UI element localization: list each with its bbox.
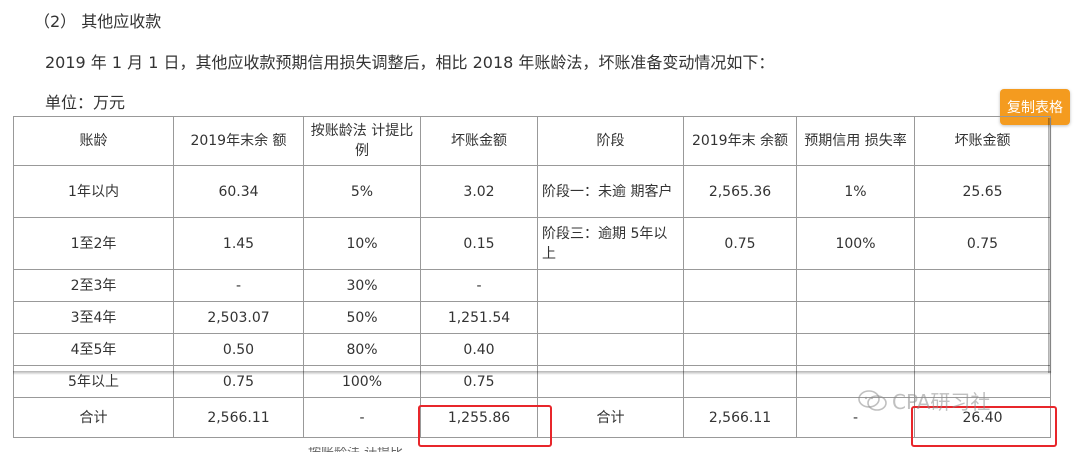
table-header-cell: 坏账金额 bbox=[420, 116, 538, 166]
watermark: CPA研习社 bbox=[858, 386, 990, 415]
table-cell bbox=[796, 269, 915, 302]
table-cell: 0.50 bbox=[173, 333, 304, 366]
watermark-text: CPA研习社 bbox=[892, 390, 991, 414]
table-cell bbox=[914, 269, 1051, 302]
table-cell: 0.75 bbox=[683, 217, 797, 270]
table-cell: 3至4年 bbox=[13, 301, 174, 334]
table-cell: 25.65 bbox=[914, 165, 1051, 218]
table-cell bbox=[683, 333, 797, 366]
table-cell: 50% bbox=[303, 301, 421, 334]
table-cell: 100% bbox=[796, 217, 915, 270]
table-row: 4至5年 0.50 80% 0.40 bbox=[13, 333, 1051, 366]
table-cell: - bbox=[303, 397, 421, 438]
table-cell bbox=[914, 333, 1051, 366]
table-cell bbox=[683, 269, 797, 302]
table-header-cell: 阶段 bbox=[537, 116, 684, 166]
table-cell: 2至3年 bbox=[13, 269, 174, 302]
table-row: 1年以内 60.34 5% 3.02 阶段一：未逾 期客户 2,565.36 1% 25.65 bbox=[13, 165, 1051, 218]
table-cell: 2,565.36 bbox=[683, 165, 797, 218]
table-shadow-bottom bbox=[13, 371, 1051, 375]
table-header-cell: 账龄 bbox=[13, 116, 174, 166]
table-cell: 0.15 bbox=[420, 217, 538, 270]
table-header-cell: 按账龄法 计提比例 bbox=[303, 116, 421, 166]
table-cell bbox=[683, 301, 797, 334]
intro-paragraph: 2019 年 1 月 1 日，其他应收款预期信用损失调整后，相比 2018 年账… bbox=[45, 53, 775, 72]
table-cell: 5% bbox=[303, 165, 421, 218]
table-cell: 4至5年 bbox=[13, 333, 174, 366]
table-shadow-right bbox=[1048, 118, 1052, 373]
table-header-cell: 预期信用 损失率 bbox=[796, 116, 915, 166]
table-header-cell: 2019年末 余额 bbox=[683, 116, 797, 166]
table-cell: 1% bbox=[796, 165, 915, 218]
table-cell: 80% bbox=[303, 333, 421, 366]
table-cell bbox=[537, 333, 684, 366]
table-cell: - bbox=[173, 269, 304, 302]
table-cell: 阶段三：逾期 5年以上 bbox=[537, 217, 684, 270]
table-cell bbox=[914, 301, 1051, 334]
table-row: 2至3年 -30% - bbox=[13, 269, 1051, 302]
table-header-row: 账龄 2019年末余 额按账龄法 计提比例 坏账金额 阶段 2019年末 余额 预期信用 … bbox=[13, 116, 1051, 166]
table-cell: 合计 bbox=[537, 397, 684, 438]
cut-off-row-text: 按账龄法 计提比 bbox=[308, 447, 403, 452]
table-row: 3至4年 2,503.07 50% 1,251.54 bbox=[13, 301, 1051, 334]
section-heading: （2） 其他应收款 bbox=[34, 12, 162, 31]
table-header-cell: 坏账金额 bbox=[914, 116, 1051, 166]
table-cell: 10% bbox=[303, 217, 421, 270]
table-row: 1至2年 1.45 10% 0.15 阶段三：逾期 5年以上 0.75 100% 0.75 bbox=[13, 217, 1051, 270]
table-cell: 60.34 bbox=[173, 165, 304, 218]
table-cell: 阶段一：未逾 期客户 bbox=[537, 165, 684, 218]
table-cell: 1至2年 bbox=[13, 217, 174, 270]
table-cell: 1.45 bbox=[173, 217, 304, 270]
table-cell bbox=[796, 301, 915, 334]
table-cell: 30% bbox=[303, 269, 421, 302]
table-cell: 0.75 bbox=[914, 217, 1051, 270]
table-cell: 2,503.07 bbox=[173, 301, 304, 334]
table-cell bbox=[796, 333, 915, 366]
highlight-box-age-method-total bbox=[418, 405, 552, 447]
table-cell: - bbox=[420, 269, 538, 302]
table-cell: 1,251.54 bbox=[420, 301, 538, 334]
table-cell: 2,566.11 bbox=[173, 397, 304, 438]
wechat-icon bbox=[858, 389, 887, 411]
table-header-cell: 2019年末余 额 bbox=[173, 116, 304, 166]
unit-label: 单位：万元 bbox=[45, 93, 126, 112]
table-cell: 合计 bbox=[13, 397, 174, 438]
table-cell: 2,566.11 bbox=[683, 397, 797, 438]
table-cell: 1年以内 bbox=[13, 165, 174, 218]
table-cell bbox=[537, 269, 684, 302]
table-cell: 3.02 bbox=[420, 165, 538, 218]
table-cell bbox=[537, 301, 684, 334]
table-cell: 0.40 bbox=[420, 333, 538, 366]
